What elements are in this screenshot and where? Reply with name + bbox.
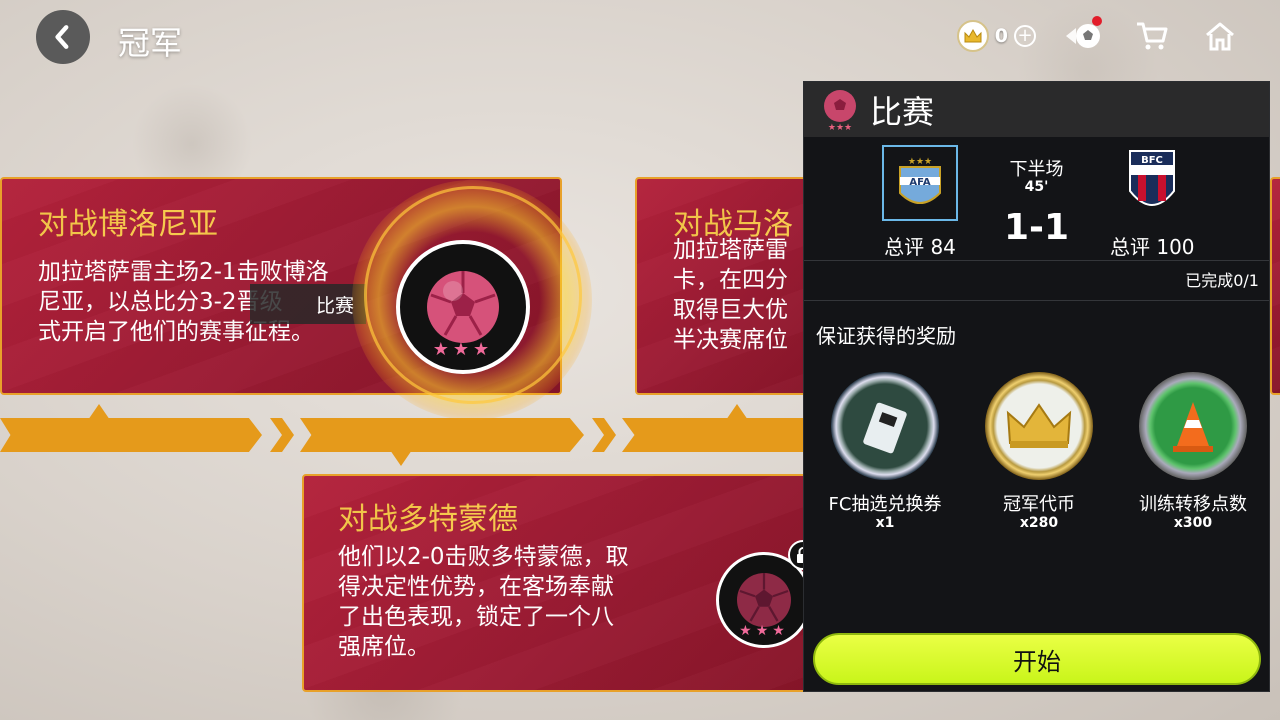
top-right-toolbar: 0 +: [956, 16, 1240, 56]
match-score: 1-1: [1003, 207, 1070, 248]
home-button[interactable]: [1200, 16, 1240, 56]
reward-item[interactable]: 训练转移点数 x300: [1118, 372, 1268, 530]
start-button[interactable]: 开始: [813, 633, 1261, 685]
match-detail-panel: ★★★ 比赛 AFA ★★★ 总评 84 下半场 45' 1-1 BFC 总评 …: [803, 81, 1270, 692]
back-chevron-icon: [55, 25, 69, 49]
reward-name: FC抽选兑换券: [828, 494, 942, 515]
training-cone-icon: [1139, 372, 1247, 480]
score-area: AFA ★★★ 总评 84 下半场 45' 1-1 BFC 总评 100: [804, 137, 1269, 261]
back-button[interactable]: [36, 10, 90, 64]
rewards-title: 保证获得的奖励: [816, 324, 956, 348]
bologna-crest-icon: BFC: [1114, 145, 1190, 221]
away-team: BFC 总评 100: [1110, 145, 1195, 260]
notification-dot: [1092, 16, 1102, 26]
match-ball-badge[interactable]: ★★★: [396, 240, 530, 374]
ticket-icon: [831, 372, 939, 480]
coin-value: 0: [994, 25, 1008, 47]
match-tag: 比赛: [250, 284, 366, 324]
reward-name: 冠军代币: [1003, 494, 1075, 515]
away-rating: 总评 100: [1110, 235, 1195, 259]
card-description: 他们以2-0击败多特蒙德，取 得决定性优势，在客场奉献 了出色表现，锁定了一个八…: [338, 544, 629, 660]
cart-button[interactable]: [1132, 16, 1172, 56]
reward-qty: x1: [875, 515, 895, 531]
cart-icon: [1137, 22, 1168, 50]
star-rating-icon: ★★★: [739, 623, 789, 639]
progress-text: 已完成0/1: [804, 261, 1269, 301]
card-title: 对战博洛尼亚: [38, 207, 218, 242]
home-icon: [1206, 22, 1234, 51]
match-minute: 45': [1024, 179, 1049, 195]
panel-header: ★★★ 比赛: [804, 82, 1269, 137]
football-icon: [737, 573, 791, 627]
ball-shop-button[interactable]: [1064, 16, 1104, 56]
star-rating-icon: ★★★: [432, 339, 494, 360]
panel-title: 比赛: [870, 92, 935, 131]
crown-icon: [985, 372, 1093, 480]
card-description: 加拉塔萨雷 卡，在四分 取得巨大优 半决赛席位: [673, 237, 788, 353]
card-title: 对战多特蒙德: [338, 502, 518, 537]
reward-qty: x300: [1173, 515, 1213, 531]
timeline-track: [0, 404, 830, 466]
svg-text:★★★: ★★★: [828, 123, 852, 132]
football-icon: [427, 271, 499, 343]
page-title: 冠军: [118, 24, 183, 62]
card-title: 对战马洛: [673, 207, 793, 242]
reward-item[interactable]: FC抽选兑换券 x1: [810, 372, 960, 530]
reward-qty: x280: [1019, 515, 1059, 531]
reward-item[interactable]: 冠军代币 x280: [964, 372, 1114, 530]
crown-coin-icon: [956, 20, 989, 52]
svg-text:BFC: BFC: [1141, 155, 1163, 166]
reward-name: 训练转移点数: [1139, 494, 1247, 515]
match-period: 下半场: [1009, 159, 1064, 180]
plus-icon[interactable]: +: [1014, 25, 1036, 47]
coin-balance[interactable]: 0 +: [956, 20, 1036, 52]
football-icon: ★★★: [824, 89, 856, 132]
match-card-4[interactable]: [1270, 177, 1280, 395]
